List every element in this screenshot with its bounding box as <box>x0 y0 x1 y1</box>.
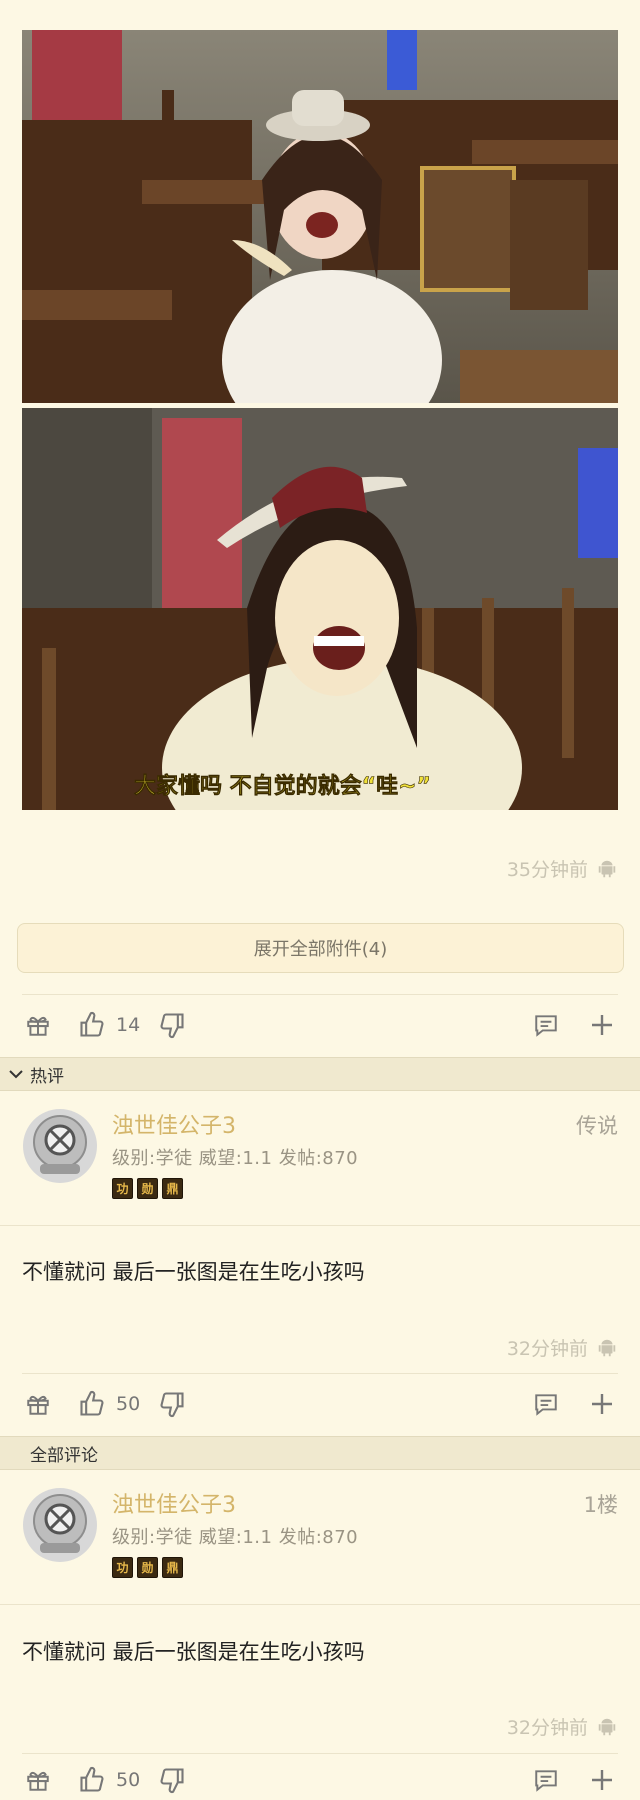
badge-icon: 鼎 <box>162 1557 183 1578</box>
comment-text: 不懂就问 最后一张图是在生吃小孩吗 <box>22 1260 365 1284</box>
like-count: 50 <box>116 1769 141 1791</box>
comment-header: 浊世佳公子3 级别:学徒 威望:1.1 发帖:870 功 勋 鼎 传说 <box>22 1100 618 1210</box>
divider <box>22 1753 618 1754</box>
user-badges: 功 勋 鼎 <box>112 1178 183 1199</box>
floor-label: 传说 <box>576 1114 618 1138</box>
thumbs-up-icon[interactable] <box>76 1388 108 1420</box>
comment-action-bar: 50 <box>22 1758 618 1800</box>
divider <box>0 1225 640 1226</box>
comment-header: 浊世佳公子3 级别:学徒 威望:1.1 发帖:870 功 勋 鼎 1楼 <box>22 1479 618 1589</box>
divider <box>0 1604 640 1605</box>
gift-icon[interactable] <box>22 1009 54 1041</box>
plus-icon[interactable] <box>586 1764 618 1796</box>
avatar[interactable] <box>22 1487 98 1563</box>
hot-comments-label: 热评 <box>30 1066 64 1087</box>
user-info: 级别:学徒 威望:1.1 发帖:870 <box>112 1527 359 1548</box>
android-icon <box>598 1718 616 1735</box>
thumbs-down-icon[interactable] <box>156 1388 188 1420</box>
avatar[interactable] <box>22 1108 98 1184</box>
comment-time: 32分钟前 <box>506 1338 588 1360</box>
post-image-2-art: 大家懂吗 不自觉的就会“哇~” <box>22 408 618 810</box>
post-action-bar: 14 <box>22 1003 618 1047</box>
thumbs-down-icon[interactable] <box>156 1764 188 1796</box>
comment-icon[interactable] <box>530 1009 562 1041</box>
badge-icon: 功 <box>112 1178 133 1199</box>
user-badges: 功 勋 鼎 <box>112 1557 183 1578</box>
post-image-1[interactable] <box>22 30 618 403</box>
comment-icon[interactable] <box>530 1764 562 1796</box>
badge-icon: 勋 <box>137 1178 158 1199</box>
username[interactable]: 浊世佳公子3 <box>112 1487 236 1519</box>
comment-meta: 32分钟前 <box>507 1334 618 1361</box>
post-image-1-art <box>22 30 618 403</box>
like-count: 14 <box>116 1014 141 1036</box>
gift-icon[interactable] <box>22 1388 54 1420</box>
comment-time: 32分钟前 <box>506 1717 588 1739</box>
comment-meta: 32分钟前 <box>507 1713 618 1740</box>
post-meta: 35分钟前 <box>507 855 618 882</box>
plus-icon[interactable] <box>586 1388 618 1420</box>
android-icon <box>598 860 616 877</box>
floor-label: 1楼 <box>583 1493 618 1517</box>
divider <box>22 1373 618 1374</box>
badge-icon: 功 <box>112 1557 133 1578</box>
thumbs-down-icon[interactable] <box>156 1009 188 1041</box>
post-image-2[interactable]: 大家懂吗 不自觉的就会“哇~” <box>22 408 618 810</box>
username[interactable]: 浊世佳公子3 <box>112 1108 236 1140</box>
image-subtitle: 大家懂吗 不自觉的就会“哇~” <box>134 773 431 799</box>
hot-comments-header[interactable]: 热评 <box>0 1057 640 1091</box>
comment-text: 不懂就问 最后一张图是在生吃小孩吗 <box>22 1640 365 1664</box>
expand-attachments-button[interactable]: 展开全部附件(4) <box>17 923 624 973</box>
like-count: 50 <box>116 1393 141 1415</box>
comment-icon[interactable] <box>530 1388 562 1420</box>
badge-icon: 鼎 <box>162 1178 183 1199</box>
comment-action-bar: 50 <box>22 1382 618 1426</box>
android-icon <box>598 1339 616 1356</box>
all-comments-header: 全部评论 <box>0 1436 640 1470</box>
plus-icon[interactable] <box>586 1009 618 1041</box>
divider <box>22 994 618 995</box>
user-info: 级别:学徒 威望:1.1 发帖:870 <box>112 1148 359 1169</box>
thumbs-up-icon[interactable] <box>76 1009 108 1041</box>
post-time: 35分钟前 <box>506 859 588 881</box>
chevron-down-icon <box>9 1070 23 1079</box>
gift-icon[interactable] <box>22 1764 54 1796</box>
all-comments-label: 全部评论 <box>30 1445 98 1466</box>
badge-icon: 勋 <box>137 1557 158 1578</box>
thumbs-up-icon[interactable] <box>76 1764 108 1796</box>
